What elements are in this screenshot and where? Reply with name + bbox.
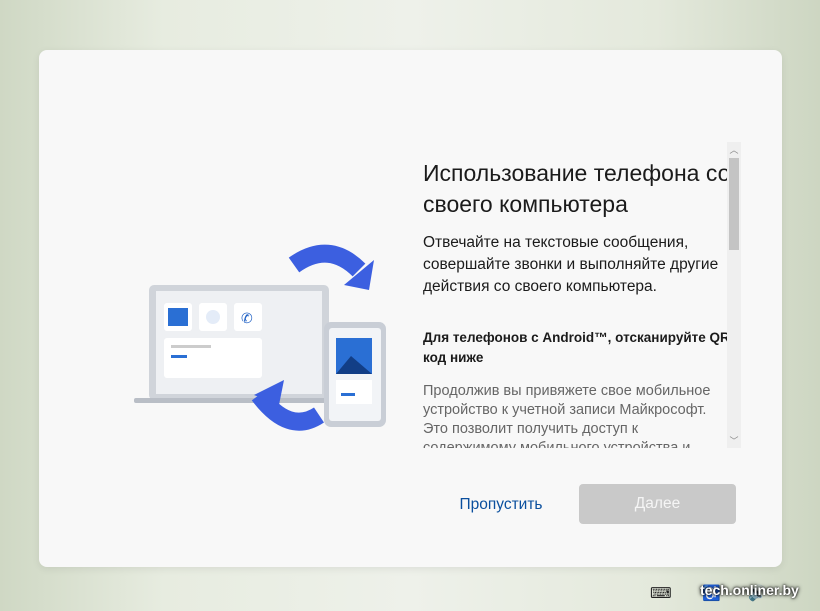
phone-link-illustration: ✆	[134, 244, 386, 431]
subtitle: Отвечайте на текстовые сообщения, соверш…	[423, 234, 719, 295]
skip-button[interactable]: Пропустить	[439, 486, 563, 524]
chevron-down-icon[interactable]: ﹀	[727, 434, 741, 447]
android-heading: Для телефонов с Android™, отсканируйте Q…	[423, 330, 735, 365]
keyboard-icon[interactable]: ⌨	[650, 584, 672, 602]
scrollbar[interactable]: ︿ ﹀	[727, 142, 741, 448]
content-scroll-area[interactable]: Использование телефона со своего компьют…	[423, 158, 735, 448]
page-title: Использование телефона со своего компьют…	[423, 160, 731, 217]
description: Продолжив вы привяжете свое мобильное ус…	[423, 383, 711, 448]
scrollbar-thumb[interactable]	[729, 158, 739, 250]
svg-text:✆: ✆	[241, 310, 253, 326]
watermark: tech.onliner.by	[700, 582, 799, 598]
next-button[interactable]: Далее	[579, 484, 736, 524]
chevron-up-icon[interactable]: ︿	[727, 143, 741, 156]
setup-dialog: ✆ Использование телефона со своего компь…	[39, 50, 782, 567]
